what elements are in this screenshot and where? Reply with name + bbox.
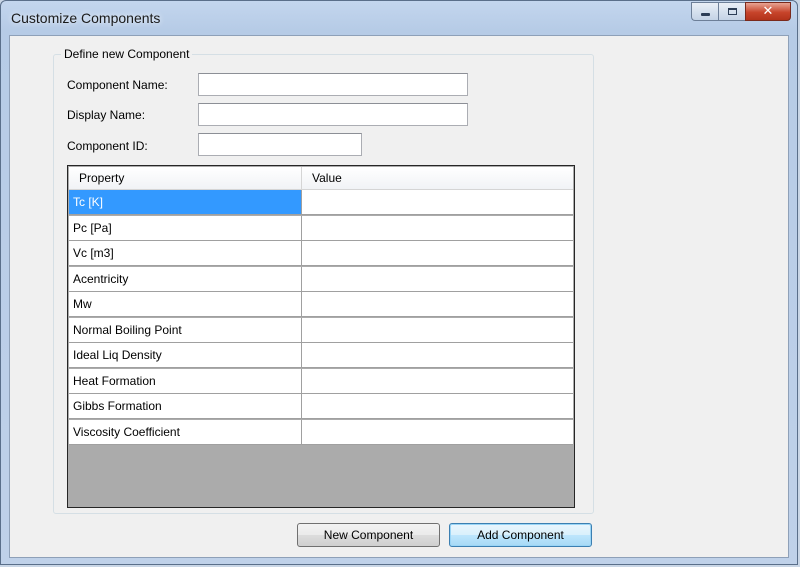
table-row[interactable]: Viscosity Coefficient <box>69 419 573 445</box>
value-cell[interactable] <box>302 369 573 393</box>
add-component-button[interactable]: Add Component <box>449 523 592 547</box>
property-cell[interactable]: Pc [Pa] <box>69 215 302 240</box>
property-cell[interactable]: Ideal Liq Density <box>69 343 302 367</box>
property-cell[interactable]: Normal Boiling Point <box>69 317 302 342</box>
maximize-button[interactable] <box>718 2 745 21</box>
new-component-button[interactable]: New Component <box>297 523 440 547</box>
value-cell[interactable] <box>302 394 573 418</box>
value-cell[interactable] <box>302 292 573 316</box>
property-cell[interactable]: Gibbs Formation <box>69 394 302 418</box>
value-cell[interactable] <box>302 420 573 444</box>
property-grid[interactable]: Property Value Tc [K] Pc [Pa] Vc [m3] Acent… <box>67 165 575 508</box>
table-row[interactable]: Pc [Pa] <box>69 215 573 241</box>
table-row[interactable]: Gibbs Formation <box>69 394 573 419</box>
customize-components-window: Customize Components ✕ Define new Compon… <box>0 0 798 565</box>
window-controls: ✕ <box>691 2 791 21</box>
value-cell[interactable] <box>302 190 573 214</box>
table-row[interactable]: Tc [K] <box>69 190 573 215</box>
property-cell[interactable]: Viscosity Coefficient <box>69 419 302 444</box>
title-bar[interactable]: Customize Components ✕ <box>1 1 797 35</box>
close-icon: ✕ <box>762 4 774 19</box>
table-row[interactable]: Normal Boiling Point <box>69 317 573 343</box>
property-cell[interactable]: Heat Formation <box>69 368 302 393</box>
minimize-icon <box>700 13 710 16</box>
column-header-value[interactable]: Value <box>302 167 573 189</box>
table-row[interactable]: Heat Formation <box>69 368 573 394</box>
property-cell[interactable]: Mw <box>69 292 302 316</box>
component-id-input[interactable] <box>198 133 362 156</box>
dialog-client-area: Define new Component Component Name: Dis… <box>9 35 789 558</box>
minimize-button[interactable] <box>691 2 718 21</box>
value-cell[interactable] <box>302 267 573 291</box>
window-title: Customize Components <box>11 10 161 26</box>
component-name-label: Component Name: <box>67 78 168 92</box>
component-id-label: Component ID: <box>67 139 148 153</box>
table-row[interactable]: Mw <box>69 292 573 317</box>
maximize-icon <box>727 8 737 15</box>
table-row[interactable]: Acentricity <box>69 266 573 292</box>
property-cell[interactable]: Acentricity <box>69 266 302 291</box>
table-row[interactable]: Ideal Liq Density <box>69 343 573 368</box>
display-name-label: Display Name: <box>67 108 146 122</box>
value-cell[interactable] <box>302 216 573 240</box>
property-cell[interactable]: Tc [K] <box>69 190 302 214</box>
grid-header: Property Value <box>69 167 573 190</box>
display-name-input[interactable] <box>198 103 468 126</box>
component-name-input[interactable] <box>198 73 468 96</box>
value-cell[interactable] <box>302 241 573 265</box>
table-row[interactable]: Vc [m3] <box>69 241 573 266</box>
column-header-property[interactable]: Property <box>69 167 302 189</box>
close-button[interactable]: ✕ <box>745 2 791 21</box>
value-cell[interactable] <box>302 318 573 342</box>
value-cell[interactable] <box>302 343 573 367</box>
group-title: Define new Component <box>61 47 193 61</box>
property-cell[interactable]: Vc [m3] <box>69 241 302 265</box>
